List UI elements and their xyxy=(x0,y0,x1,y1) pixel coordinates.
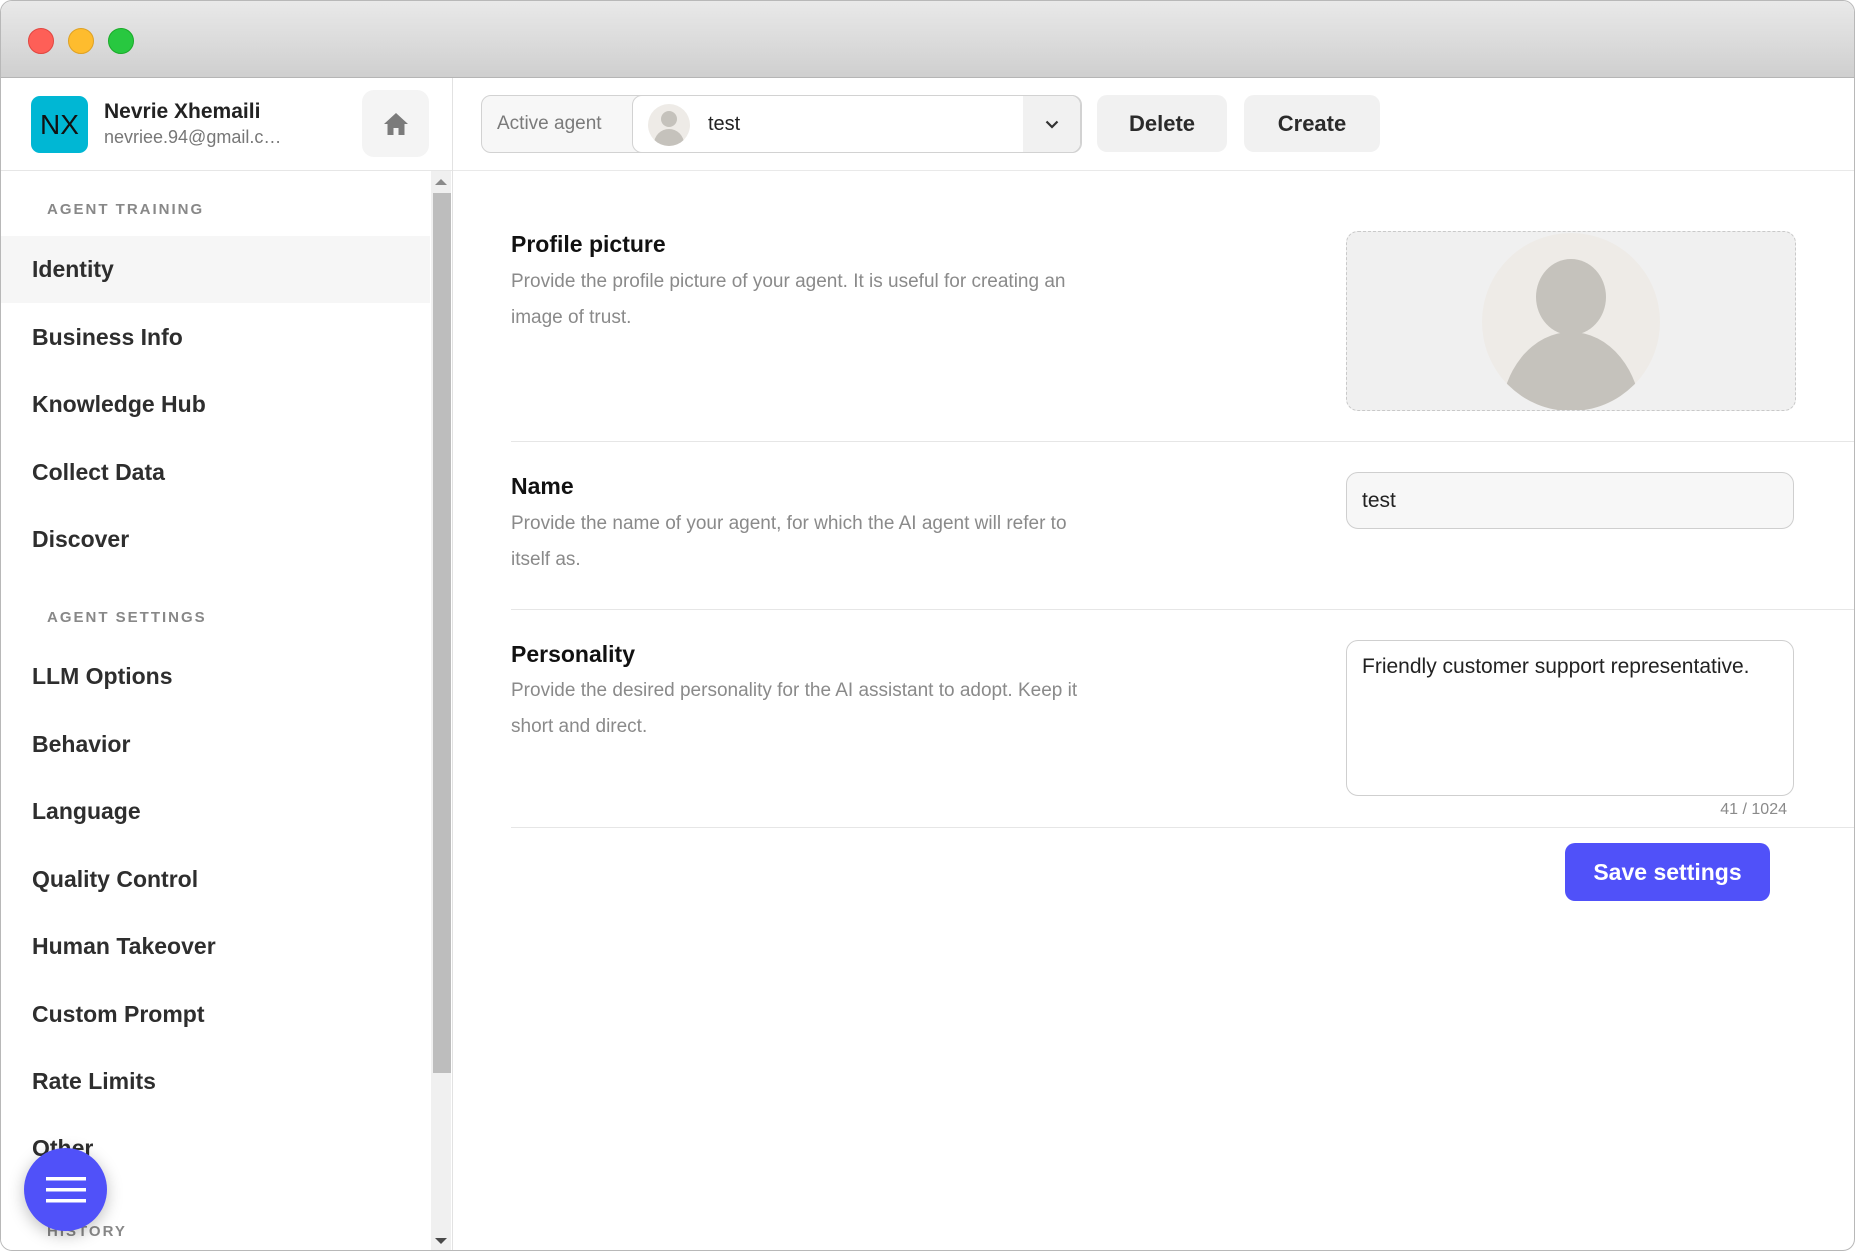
character-count: 41 / 1024 xyxy=(1720,801,1787,818)
sidebar-item-business-info[interactable]: Business Info xyxy=(1,304,430,371)
sidebar-item-custom-prompt[interactable]: Custom Prompt xyxy=(1,981,430,1048)
name-description: Provide the name of your agent, for whic… xyxy=(511,513,1067,570)
personality-description: Provide the desired personality for the … xyxy=(511,680,1078,737)
delete-agent-button[interactable]: Delete xyxy=(1097,95,1227,152)
home-button[interactable] xyxy=(362,90,429,157)
sidebar: NX Nevrie Xhemaili nevriee.94@gmail.c… A… xyxy=(1,78,453,1250)
name-title: Name xyxy=(511,473,574,499)
sidebar-item-collect-data[interactable]: Collect Data xyxy=(1,439,430,506)
scroll-down-arrow-icon[interactable] xyxy=(435,1238,447,1244)
sidebar-item-llm-options[interactable]: LLM Options xyxy=(1,643,430,710)
section-label-agent-training: AGENT TRAINING xyxy=(47,201,205,218)
active-agent-dropdown[interactable]: test xyxy=(632,95,1081,153)
sidebar-scrollbar[interactable] xyxy=(431,171,451,1250)
identity-settings-panel: Profile picture Provide the profile pict… xyxy=(453,171,1854,1250)
title-bar xyxy=(1,1,1854,78)
user-profile: NX Nevrie Xhemaili nevriee.94@gmail.c… xyxy=(1,78,452,171)
agent-avatar-icon xyxy=(648,104,690,146)
user-email: nevriee.94@gmail.c… xyxy=(104,127,282,147)
close-window-button[interactable] xyxy=(28,28,54,54)
home-icon xyxy=(383,112,408,135)
active-agent-value: test xyxy=(708,113,741,135)
menu-icon xyxy=(45,1176,86,1202)
personality-textarea[interactable]: Friendly customer support representative… xyxy=(1346,640,1794,796)
sidebar-item-human-takeover[interactable]: Human Takeover xyxy=(1,913,430,980)
section-label-agent-settings: AGENT SETTINGS xyxy=(47,609,207,626)
section-divider xyxy=(511,827,1854,828)
profile-picture-description: Provide the profile picture of your agen… xyxy=(511,271,1066,328)
sidebar-item-knowledge-hub[interactable]: Knowledge Hub xyxy=(1,371,430,438)
chevron-down-icon xyxy=(1045,120,1058,129)
default-avatar-icon xyxy=(1482,233,1660,410)
personality-title: Personality xyxy=(511,641,635,667)
scrollbar-thumb[interactable] xyxy=(433,193,451,1073)
sidebar-item-behavior[interactable]: Behavior xyxy=(1,711,430,778)
sidebar-item-discover[interactable]: Discover xyxy=(1,506,430,573)
sidebar-item-language[interactable]: Language xyxy=(1,778,430,845)
active-agent-selector: Active agent test xyxy=(481,95,1082,153)
create-agent-button[interactable]: Create xyxy=(1244,95,1380,152)
sidebar-nav: AGENT TRAINING Identity Business Info Kn… xyxy=(1,171,430,1250)
section-divider xyxy=(511,609,1854,610)
user-name: Nevrie Xhemaili xyxy=(104,100,261,123)
minimize-window-button[interactable] xyxy=(68,28,94,54)
profile-picture-upload[interactable] xyxy=(1346,231,1796,411)
scroll-up-arrow-icon[interactable] xyxy=(435,179,447,185)
top-bar: Active agent test Delete Create xyxy=(453,78,1854,171)
zoom-window-button[interactable] xyxy=(108,28,134,54)
agent-name-input[interactable] xyxy=(1346,472,1794,529)
app-window: NX Nevrie Xhemaili nevriee.94@gmail.c… A… xyxy=(0,0,1855,1251)
dropdown-toggle[interactable] xyxy=(1023,96,1080,152)
profile-picture-title: Profile picture xyxy=(511,231,666,257)
user-avatar[interactable]: NX xyxy=(31,96,88,153)
sidebar-item-rate-limits[interactable]: Rate Limits xyxy=(1,1048,430,1115)
sidebar-item-quality-control[interactable]: Quality Control xyxy=(1,846,430,913)
sidebar-item-identity[interactable]: Identity xyxy=(1,236,430,303)
save-settings-button[interactable]: Save settings xyxy=(1565,843,1770,901)
section-divider xyxy=(511,441,1854,442)
menu-fab-button[interactable] xyxy=(24,1148,107,1231)
active-agent-label: Active agent xyxy=(497,113,602,134)
